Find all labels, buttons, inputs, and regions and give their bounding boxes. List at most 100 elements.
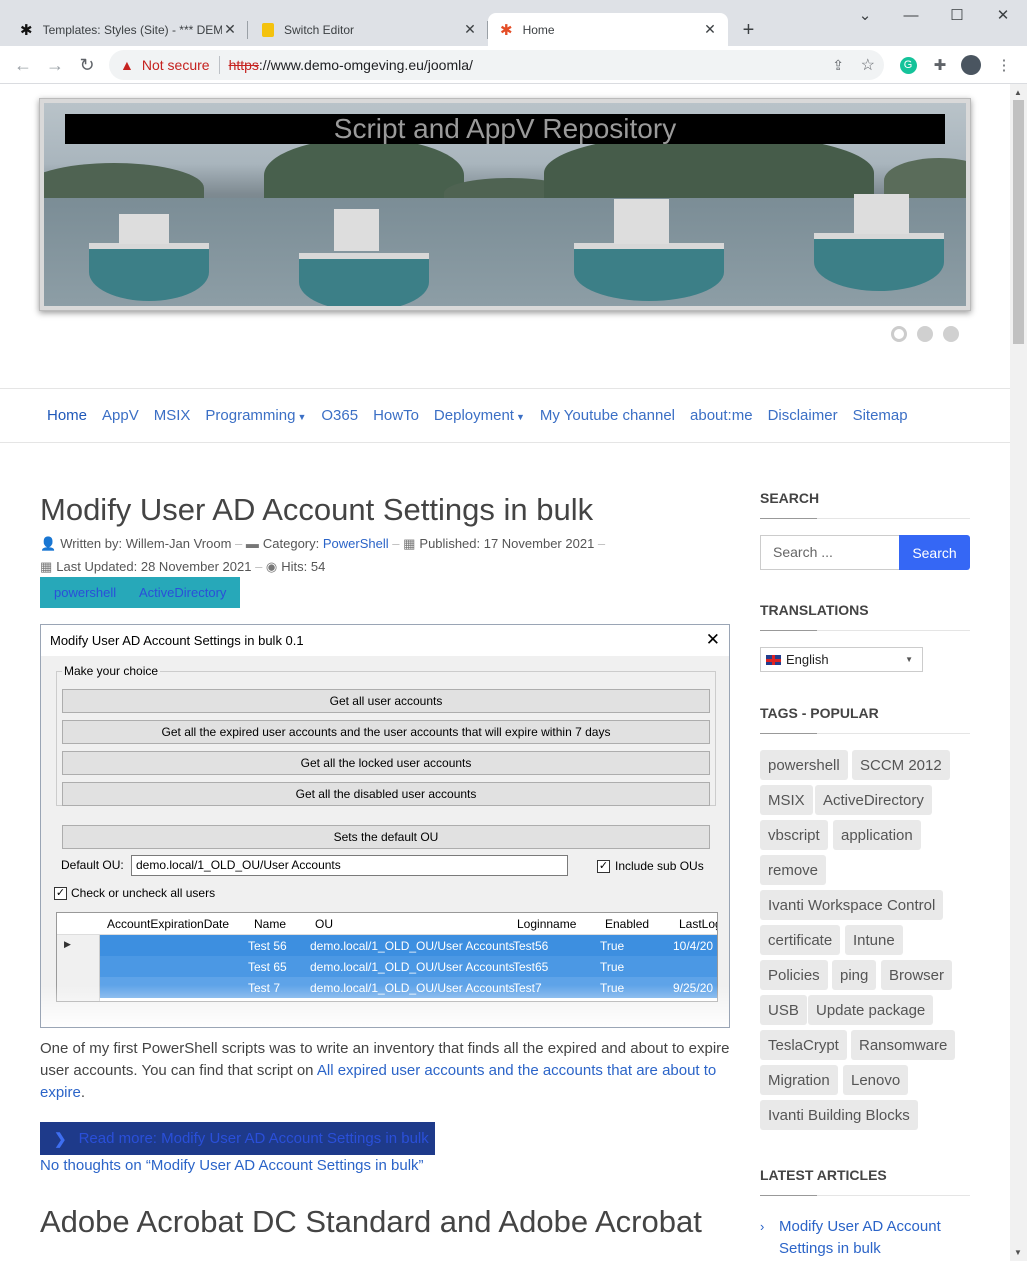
extensions-icon[interactable]: ✚ — [930, 55, 950, 75]
slider-dot[interactable] — [891, 326, 907, 342]
share-icon[interactable]: ⇪ — [832, 57, 844, 74]
page-scrollbar[interactable]: ▲ ▼ — [1010, 84, 1027, 1261]
joomla-icon: ✱ — [500, 21, 513, 39]
popular-tag[interactable]: USB — [760, 995, 807, 1025]
article-title[interactable]: Modify User AD Account Settings in bulk — [40, 492, 593, 528]
menu-item-aboutme[interactable]: about:me — [690, 407, 753, 424]
star-icon[interactable]: ☆ — [861, 55, 875, 75]
updated-date: Last Updated: 28 November 2021 — [56, 559, 252, 574]
slider-dot[interactable] — [917, 326, 933, 342]
popular-tag[interactable]: Intune — [845, 925, 903, 955]
minimize-button[interactable]: — — [888, 0, 934, 30]
cell-name: Test 65 — [248, 960, 287, 974]
language-select[interactable]: English ▼ — [760, 647, 923, 672]
popular-tag[interactable]: Ransomware — [851, 1030, 956, 1060]
article-meta-2: ▦ Last Updated: 28 November 2021 – ◉ Hits:… — [40, 559, 326, 574]
reload-button[interactable]: ↻ — [74, 52, 100, 78]
menu-item-youtube[interactable]: My Youtube channel — [540, 407, 675, 424]
caret-down-icon: ▼ — [515, 412, 525, 422]
menu-item-disclaimer[interactable]: Disclaimer — [768, 407, 838, 424]
menu-item-howto[interactable]: HowTo — [373, 407, 419, 424]
latest-article-item[interactable]: › Modify User AD Account Settings in bul… — [760, 1216, 969, 1260]
scroll-up-icon[interactable]: ▲ — [1014, 88, 1022, 97]
popular-tag[interactable]: Migration — [760, 1065, 838, 1095]
popular-tag[interactable]: TeslaCrypt — [760, 1030, 847, 1060]
popular-tag[interactable]: ActiveDirectory — [815, 785, 932, 815]
dialog-titlebar: Modify User AD Account Settings in bulk … — [41, 625, 729, 656]
default-ou-field: demo.local/1_OLD_OU/User Accounts — [131, 855, 568, 876]
close-tab-icon[interactable]: ✕ — [222, 21, 238, 38]
url-text[interactable]: https://www.demo-omgeving.eu/joomla/ — [229, 57, 473, 73]
category-link[interactable]: PowerShell — [323, 536, 389, 551]
popular-tag[interactable]: vbscript — [760, 820, 828, 850]
back-button[interactable]: ← — [10, 52, 36, 78]
tab-templates[interactable]: ✱ Templates: Styles (Site) - *** DEM ✕ — [8, 13, 248, 46]
scroll-down-icon[interactable]: ▼ — [1014, 1248, 1022, 1257]
menu-item-sitemap[interactable]: Sitemap — [853, 407, 908, 424]
popular-tag[interactable]: Ivanti Workspace Control — [760, 890, 944, 920]
meta-label: Category: — [262, 536, 320, 551]
maximize-button[interactable]: ☐ — [934, 0, 980, 30]
close-tab-icon[interactable]: ✕ — [702, 21, 718, 38]
tab-home[interactable]: ✱ Home ✕ — [488, 13, 728, 46]
tag-powershell[interactable]: powershell — [40, 577, 131, 608]
menu-label: Deployment — [433, 407, 514, 424]
popular-tag[interactable]: MSIX — [760, 785, 813, 815]
article-title-2[interactable]: Adobe Acrobat DC Standard and Adobe Acro… — [40, 1204, 702, 1240]
search-button[interactable]: Search — [899, 535, 970, 570]
url-scheme: https — [228, 57, 259, 73]
menu-item-appv[interactable]: AppV — [102, 407, 139, 424]
tag-activedirectory[interactable]: ActiveDirectory — [125, 577, 241, 608]
cell-login: Test56 — [513, 939, 549, 953]
cell-ou: demo.local/1_OLD_OU/User Accounts — [310, 960, 515, 974]
menu-item-programming[interactable]: Programming ▼ — [205, 407, 306, 424]
grammarly-icon[interactable]: G — [898, 55, 918, 75]
popular-tag[interactable]: remove — [760, 855, 827, 885]
get-all-users-button: Get all user accounts — [62, 689, 710, 713]
check-all-checkbox: ✓ — [54, 887, 67, 900]
dropdown-arrow-icon: ▼ — [905, 655, 913, 664]
hits-count: Hits: 54 — [281, 559, 326, 574]
read-more-button[interactable]: ❯ Read more: Modify User AD Account Sett… — [40, 1122, 435, 1155]
menu-item-deployment[interactable]: Deployment ▼ — [434, 407, 525, 424]
slider-dot[interactable] — [943, 326, 959, 342]
comments-link[interactable]: No thoughts on “Modify User AD Account S… — [40, 1157, 424, 1174]
not-secure-label[interactable]: Not secure — [142, 57, 210, 73]
popular-tag[interactable]: Browser — [881, 960, 953, 990]
scrollbar-thumb[interactable] — [1013, 100, 1024, 344]
menu-item-home[interactable]: Home — [47, 407, 87, 424]
warning-icon: ▲ — [120, 57, 134, 73]
table-row: Test 65 demo.local/1_OLD_OU/User Account… — [100, 956, 717, 977]
tab-switch-editor[interactable]: Switch Editor ✕ — [250, 13, 488, 46]
get-disabled-users-button: Get all the disabled user accounts — [62, 782, 710, 806]
group-label: Make your choice — [62, 664, 161, 678]
article-intro: One of my first PowerShell scripts was t… — [40, 1038, 740, 1104]
menu-item-msix[interactable]: MSIX — [154, 407, 191, 424]
tab-search-icon[interactable]: ⌄ — [842, 0, 888, 30]
popular-tag[interactable]: Update package — [808, 995, 934, 1025]
column-header: OU — [315, 917, 333, 931]
popular-tag[interactable]: Policies — [760, 960, 828, 990]
intro-end: . — [80, 1084, 86, 1101]
close-tab-icon[interactable]: ✕ — [462, 21, 478, 38]
popular-tag[interactable]: application — [833, 820, 921, 850]
popular-tag[interactable]: powershell — [760, 750, 848, 780]
menu-item-o365[interactable]: O365 — [321, 407, 358, 424]
popular-tag[interactable]: certificate — [760, 925, 841, 955]
divider — [218, 56, 220, 74]
chevron-right-icon: › — [760, 1219, 765, 1234]
popular-tag[interactable]: SCCM 2012 — [852, 750, 950, 780]
more-menu-icon[interactable]: ⋮ — [994, 55, 1014, 75]
search-input[interactable]: Search ... — [760, 535, 899, 570]
popular-tag[interactable]: Lenovo — [843, 1065, 909, 1095]
latest-article-link[interactable]: Modify User AD Account Settings in bulk — [779, 1218, 941, 1257]
chevron-right-icon: ❯ — [54, 1130, 67, 1148]
close-window-button[interactable]: ✕ — [980, 0, 1026, 30]
new-tab-button[interactable]: + — [735, 17, 762, 44]
forward-button[interactable]: → — [42, 52, 68, 78]
popular-tag[interactable]: ping — [832, 960, 877, 990]
popular-tag[interactable]: Ivanti Building Blocks — [760, 1100, 918, 1130]
address-bar[interactable]: ▲ Not secure https://www.demo-omgeving.e… — [109, 50, 884, 80]
avatar[interactable] — [961, 55, 981, 75]
cell-enabled: True — [600, 939, 625, 953]
